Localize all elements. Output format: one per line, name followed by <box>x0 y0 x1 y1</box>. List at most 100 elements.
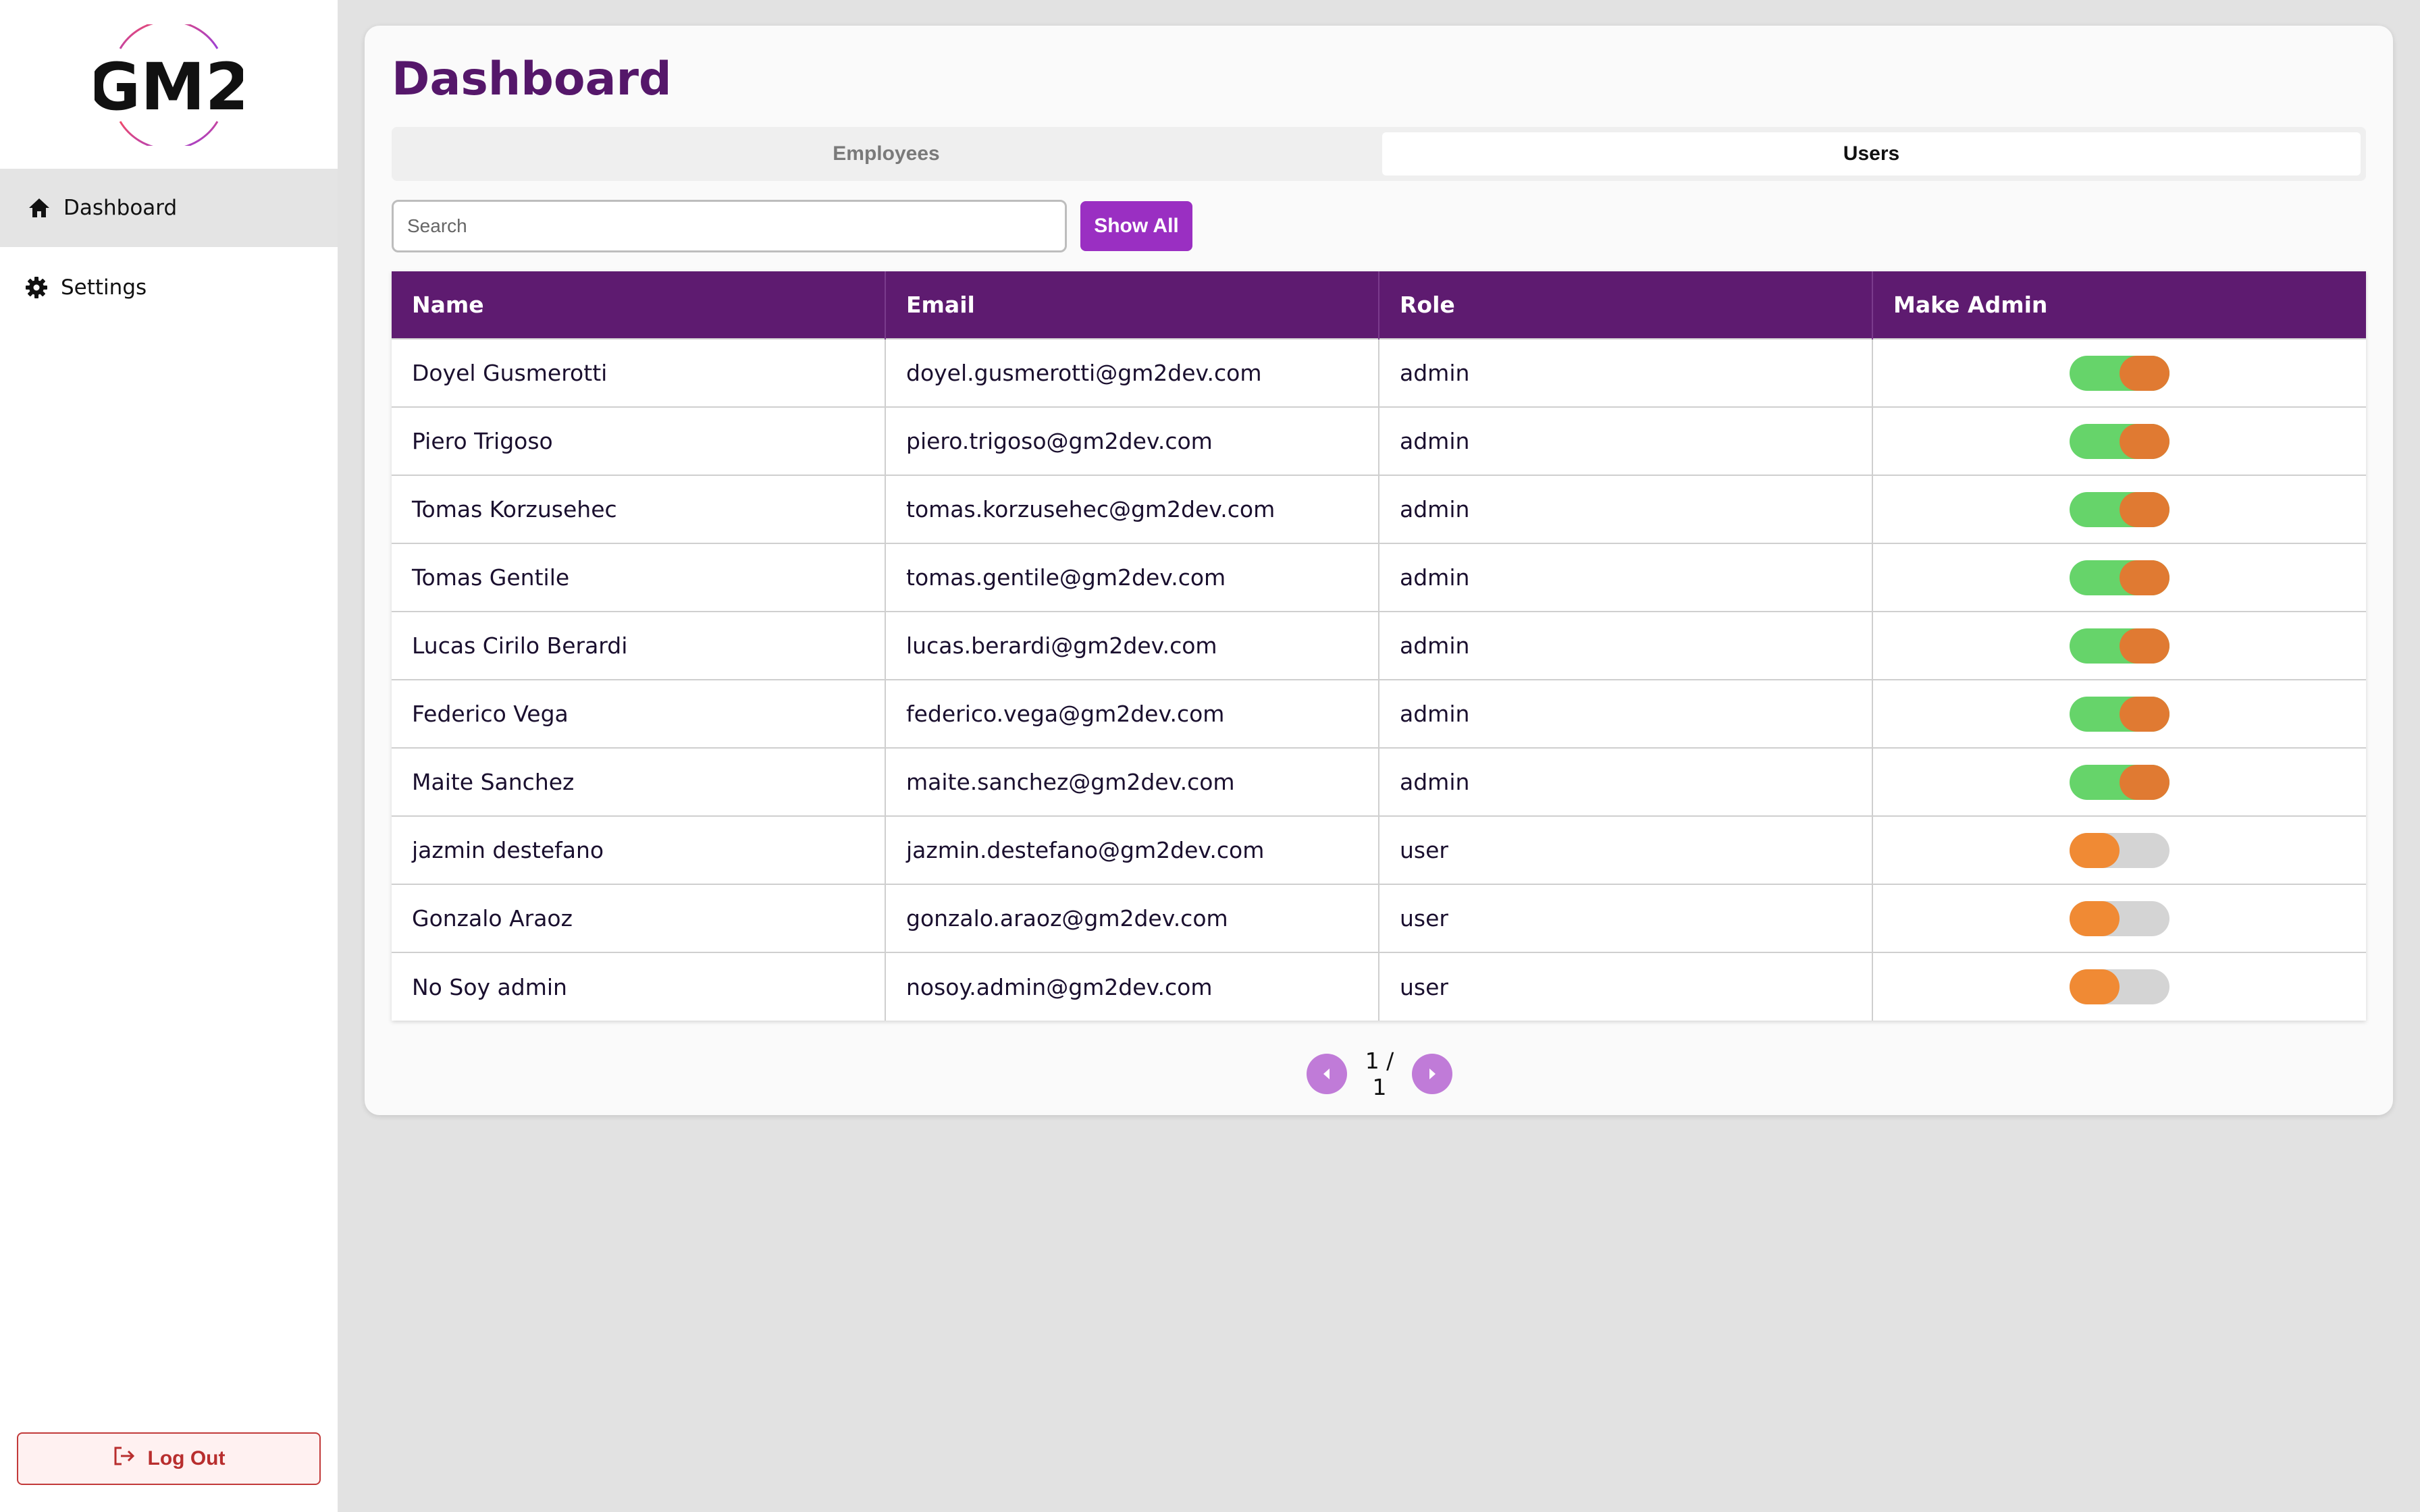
cell-make-admin <box>1872 475 2366 543</box>
toggle-knob <box>2120 491 2169 527</box>
home-icon <box>26 194 53 221</box>
logout-label: Log Out <box>147 1447 226 1469</box>
table-row: No Soy admin nosoy.admin@gm2dev.com user <box>392 952 2366 1021</box>
cell-make-admin <box>1872 543 2366 612</box>
cell-name: Maite Sanchez <box>392 747 886 816</box>
cell-role: admin <box>1379 475 1873 543</box>
main-card: Dashboard Employees Users Show All Name … <box>365 26 2393 1115</box>
cell-name: Federico Vega <box>392 679 886 748</box>
cell-make-admin <box>1872 338 2366 407</box>
toggle-knob <box>2070 832 2120 868</box>
make-admin-toggle[interactable] <box>2070 900 2169 936</box>
logout-icon <box>113 1446 136 1472</box>
cell-email: lucas.berardi@gm2dev.com <box>885 611 1379 680</box>
cell-make-admin <box>1872 406 2366 475</box>
sidebar-item-label: Dashboard <box>63 196 178 220</box>
toggle-knob <box>2120 355 2169 391</box>
table-row: Federico Vega federico.vega@gm2dev.com adm… <box>392 679 2366 748</box>
table-row: Piero Trigoso piero.trigoso@gm2dev.com adm… <box>392 406 2366 475</box>
gear-icon <box>23 274 50 301</box>
cell-make-admin <box>1872 747 2366 816</box>
prev-page-button[interactable] <box>1307 1054 1347 1094</box>
gm2-logo[interactable]: GM2 <box>87 20 251 151</box>
next-page-button[interactable] <box>1412 1054 1452 1094</box>
pagination: 1 / 1 <box>1307 1048 1452 1100</box>
cell-name: Lucas Cirilo Berardi <box>392 611 886 680</box>
cell-name: Tomas Gentile <box>392 543 886 612</box>
cell-role: user <box>1379 884 1873 952</box>
cell-email: nosoy.admin@gm2dev.com <box>885 952 1379 1021</box>
make-admin-toggle[interactable] <box>2070 491 2169 527</box>
tab-users[interactable]: Users <box>1382 132 2361 176</box>
column-header-role[interactable]: Role <box>1379 271 1873 339</box>
tab-bar: Employees Users <box>392 127 2366 181</box>
toggle-knob <box>2070 969 2120 1004</box>
search-input[interactable] <box>392 200 1067 252</box>
make-admin-toggle[interactable] <box>2070 764 2169 800</box>
cell-role: admin <box>1379 747 1873 816</box>
sidebar: GM2 Dashboard Settings Log Out <box>0 0 338 1512</box>
cell-role: admin <box>1379 679 1873 748</box>
cell-make-admin <box>1872 952 2366 1021</box>
cell-email: piero.trigoso@gm2dev.com <box>885 406 1379 475</box>
column-header-email[interactable]: Email <box>885 271 1379 339</box>
cell-email: doyel.gusmerotti@gm2dev.com <box>885 338 1379 407</box>
toggle-knob <box>2120 628 2169 664</box>
cell-role: user <box>1379 815 1873 884</box>
make-admin-toggle[interactable] <box>2070 696 2169 732</box>
make-admin-toggle[interactable] <box>2070 423 2169 459</box>
table-header-row: Name Email Role Make Admin <box>392 271 2366 339</box>
table-row: jazmin destefano jazmin.destefano@gm2dev.… <box>392 815 2366 884</box>
cell-make-admin <box>1872 884 2366 952</box>
cell-make-admin <box>1872 611 2366 680</box>
cell-role: admin <box>1379 338 1873 407</box>
cell-email: federico.vega@gm2dev.com <box>885 679 1379 748</box>
cell-name: Gonzalo Araoz <box>392 884 886 952</box>
caret-left-icon <box>1323 1069 1330 1079</box>
cell-role: admin <box>1379 543 1873 612</box>
make-admin-toggle[interactable] <box>2070 628 2169 664</box>
toggle-knob <box>2120 423 2169 459</box>
cell-email: maite.sanchez@gm2dev.com <box>885 747 1379 816</box>
tab-employees[interactable]: Employees <box>397 132 1375 176</box>
cell-name: No Soy admin <box>392 952 886 1021</box>
cell-name: Doyel Gusmerotti <box>392 338 886 407</box>
toggle-knob <box>2120 696 2169 732</box>
cell-name: jazmin destefano <box>392 815 886 884</box>
column-header-name[interactable]: Name <box>392 271 886 339</box>
sidebar-item-settings[interactable]: Settings <box>0 248 338 327</box>
cell-make-admin <box>1872 815 2366 884</box>
make-admin-toggle[interactable] <box>2070 969 2169 1004</box>
toggle-knob <box>2120 560 2169 595</box>
sidebar-item-label: Settings <box>61 275 147 300</box>
users-table: Name Email Role Make Admin Doyel Gusmero… <box>392 271 2366 1021</box>
cell-role: admin <box>1379 406 1873 475</box>
logo-text: GM2 <box>95 49 243 125</box>
page-title: Dashboard <box>392 53 672 106</box>
cell-role: user <box>1379 952 1873 1021</box>
table-row: Gonzalo Araoz gonzalo.araoz@gm2dev.com use… <box>392 884 2366 952</box>
cell-email: tomas.korzusehec@gm2dev.com <box>885 475 1379 543</box>
table-row: Doyel Gusmerotti doyel.gusmerotti@gm2dev.… <box>392 338 2366 407</box>
logout-button[interactable]: Log Out <box>17 1432 321 1485</box>
toggle-knob <box>2120 764 2169 800</box>
table-row: Tomas Gentile tomas.gentile@gm2dev.com adm… <box>392 543 2366 612</box>
make-admin-toggle[interactable] <box>2070 832 2169 868</box>
table-row: Tomas Korzusehec tomas.korzusehec@gm2dev.… <box>392 475 2366 543</box>
make-admin-toggle[interactable] <box>2070 560 2169 595</box>
caret-right-icon <box>1429 1069 1436 1079</box>
table-row: Maite Sanchez maite.sanchez@gm2dev.com adm… <box>392 747 2366 816</box>
table-row: Lucas Cirilo Berardi lucas.berardi@gm2dev… <box>392 611 2366 680</box>
cell-email: tomas.gentile@gm2dev.com <box>885 543 1379 612</box>
make-admin-toggle[interactable] <box>2070 355 2169 391</box>
cell-name: Tomas Korzusehec <box>392 475 886 543</box>
cell-email: gonzalo.araoz@gm2dev.com <box>885 884 1379 952</box>
cell-make-admin <box>1872 679 2366 748</box>
cell-role: admin <box>1379 611 1873 680</box>
show-all-button[interactable]: Show All <box>1080 201 1192 251</box>
sidebar-item-dashboard[interactable]: Dashboard <box>0 169 338 247</box>
column-header-make-admin[interactable]: Make Admin <box>1872 271 2366 339</box>
cell-email: jazmin.destefano@gm2dev.com <box>885 815 1379 884</box>
page-indicator: 1 / 1 <box>1365 1048 1394 1100</box>
cell-name: Piero Trigoso <box>392 406 886 475</box>
